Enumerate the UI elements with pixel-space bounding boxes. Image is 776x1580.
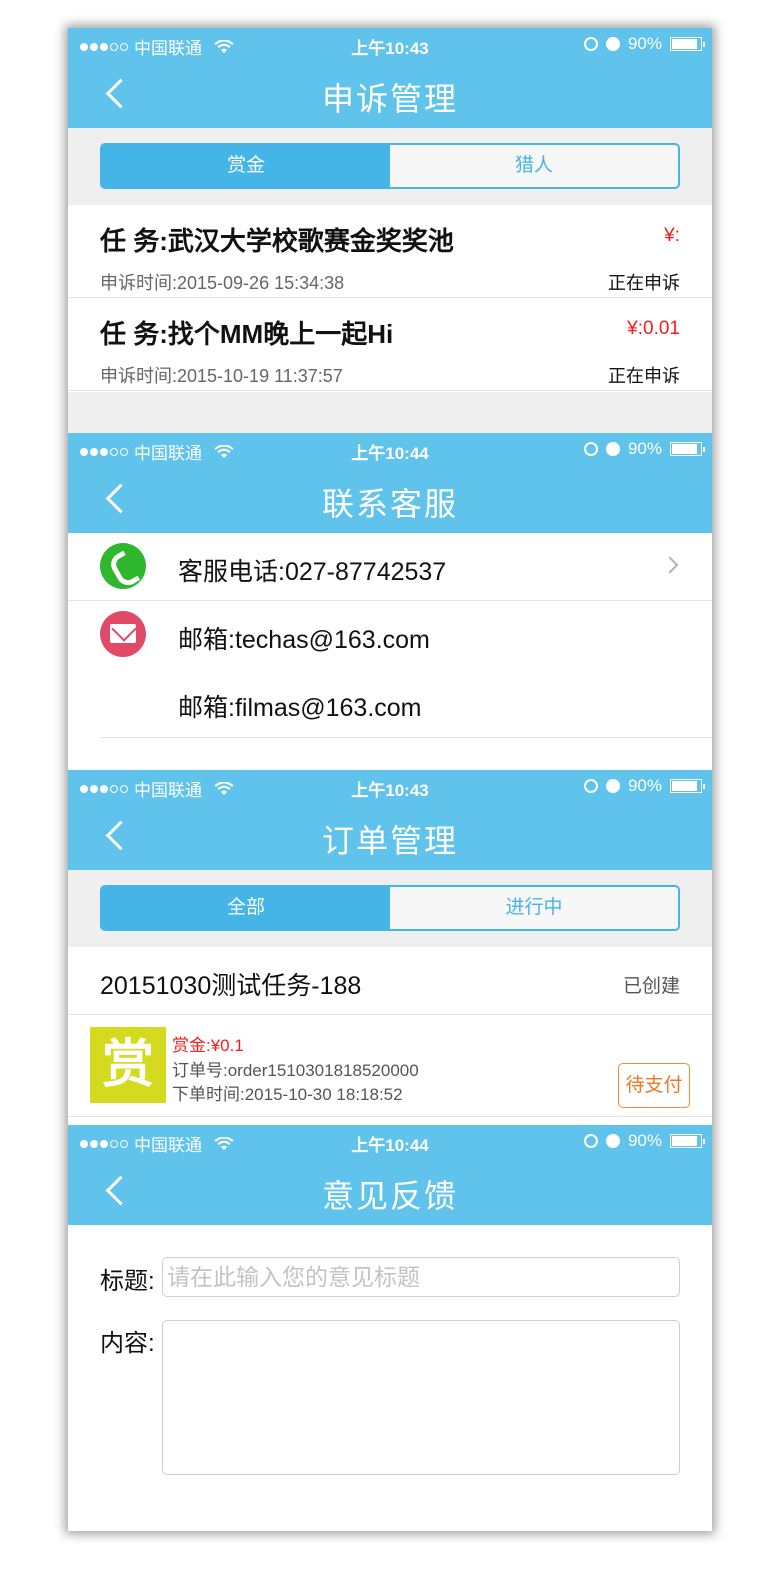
status-right: 90% xyxy=(583,1131,705,1151)
status-right: 90% xyxy=(583,776,705,796)
phone-frame: 中国联通 上午10:43 90% 申诉管理 赏金 猎人 任 务:武汉大学校歌赛金… xyxy=(68,28,712,1531)
order-detail[interactable]: 赏 赏金:¥0.1 订单号:order1510301818520000 下单时间… xyxy=(68,1015,712,1117)
tab-reward[interactable]: 赏金 xyxy=(102,145,390,187)
order-status: 已创建 xyxy=(622,976,680,997)
feedback-title-input[interactable] xyxy=(162,1257,680,1297)
appeal-status: 正在申诉 xyxy=(608,273,680,293)
appeal-screen: 中国联通 上午10:43 90% 申诉管理 赏金 猎人 任 务:武汉大学校歌赛金… xyxy=(68,28,712,433)
chevron-right-icon xyxy=(661,556,679,574)
appeal-amount: ¥: xyxy=(664,225,680,246)
battery-icon xyxy=(670,37,705,51)
rotation-lock-icon xyxy=(583,442,598,456)
appeal-task-title: 任 务:武汉大学校歌赛金奖奖池 xyxy=(100,226,454,256)
pay-button[interactable]: 待支付 xyxy=(618,1063,690,1108)
appeal-time: 申诉时间:2015-09-26 15:34:38 xyxy=(100,273,345,293)
tab-hunter[interactable]: 猎人 xyxy=(390,145,678,187)
status-bar: 中国联通 上午10:44 90% xyxy=(68,1125,712,1157)
tab-in-progress[interactable]: 进行中 xyxy=(390,887,678,929)
battery-icon xyxy=(670,442,705,456)
battery-icon xyxy=(670,1134,705,1148)
page-title: 联系客服 xyxy=(321,486,458,522)
nav-bar: 意见反馈 xyxy=(68,1157,712,1225)
feedback-content-label: 内容: xyxy=(100,1330,155,1357)
nav-bar: 订单管理 xyxy=(68,802,712,870)
battery-icon xyxy=(670,779,705,793)
feedback-title-label: 标题: xyxy=(100,1268,155,1295)
appeal-status: 正在申诉 xyxy=(608,366,680,386)
appeal-time: 申诉时间:2015-10-19 11:37:57 xyxy=(100,366,343,386)
rotation-lock-icon xyxy=(583,779,598,793)
page-title: 意见反馈 xyxy=(321,1178,458,1214)
contact-email: 邮箱:techas@163.com xyxy=(178,626,430,654)
status-right: 90% xyxy=(583,34,705,54)
contact-phone: 客服电话:027-87742537 xyxy=(178,558,447,586)
nav-bar: 申诉管理 xyxy=(68,60,712,128)
tab-band: 全部 进行中 xyxy=(68,870,712,947)
tab-all[interactable]: 全部 xyxy=(102,887,390,929)
list-item[interactable]: 任 务:武汉大学校歌赛金奖奖池 ¥: 申诉时间:2015-09-26 15:34… xyxy=(68,205,712,298)
list-item[interactable]: 任 务:找个MM晚上一起Hi ¥:0.01 申诉时间:2015-10-19 11… xyxy=(68,298,712,391)
contact-email: 邮箱:filmas@163.com xyxy=(178,694,422,722)
contact-email-row[interactable]: 邮箱:techas@163.com xyxy=(68,601,712,669)
alarm-icon xyxy=(605,779,620,793)
status-bar: 中国联通 上午10:43 90% xyxy=(68,28,712,60)
alarm-icon xyxy=(605,442,620,456)
order-reward: 赏金:¥0.1 xyxy=(172,1036,244,1055)
rotation-lock-icon xyxy=(583,37,598,51)
page-title: 订单管理 xyxy=(321,823,458,859)
order-header[interactable]: 20151030测试任务-188 已创建 xyxy=(68,947,712,1015)
battery-percent: 90% xyxy=(627,776,662,795)
order-number: 订单号:order1510301818520000 xyxy=(172,1061,419,1080)
contact-email-row[interactable]: 邮箱:filmas@163.com xyxy=(68,669,712,738)
appeal-task-title: 任 务:找个MM晚上一起Hi xyxy=(100,319,394,349)
alarm-icon xyxy=(605,1134,620,1148)
tab-band: 赏金 猎人 xyxy=(68,128,712,205)
page-title: 申诉管理 xyxy=(321,81,458,117)
alarm-icon xyxy=(605,37,620,51)
nav-bar: 联系客服 xyxy=(68,465,712,533)
empty-area xyxy=(68,392,712,433)
divider xyxy=(100,737,712,738)
feedback-content-input[interactable] xyxy=(162,1320,680,1475)
status-bar: 中国联通 上午10:44 90% xyxy=(68,433,712,465)
phone-icon xyxy=(100,543,146,589)
contact-phone-row[interactable]: 客服电话:027-87742537 xyxy=(68,533,712,601)
appeal-amount: ¥:0.01 xyxy=(627,318,680,339)
feedback-screen: 中国联通 上午10:44 90% 意见反馈 标题: 内容: xyxy=(68,1125,712,1531)
mail-icon xyxy=(100,611,146,657)
orders-screen: 中国联通 上午10:43 90% 订单管理 全部 进行中 20151030测试任… xyxy=(68,770,712,1125)
order-name: 20151030测试任务-188 xyxy=(100,972,362,1000)
battery-percent: 90% xyxy=(627,1131,662,1150)
segmented-control: 全部 进行中 xyxy=(100,885,680,931)
battery-percent: 90% xyxy=(627,34,662,53)
reward-image: 赏 xyxy=(90,1027,166,1103)
status-right: 90% xyxy=(583,439,705,459)
status-bar: 中国联通 上午10:43 90% xyxy=(68,770,712,802)
contact-screen: 中国联通 上午10:44 90% 联系客服 客服电话:027-87742537 … xyxy=(68,433,712,770)
battery-percent: 90% xyxy=(627,439,662,458)
segmented-control: 赏金 猎人 xyxy=(100,143,680,189)
rotation-lock-icon xyxy=(583,1134,598,1148)
order-time: 下单时间:2015-10-30 18:18:52 xyxy=(172,1085,403,1104)
